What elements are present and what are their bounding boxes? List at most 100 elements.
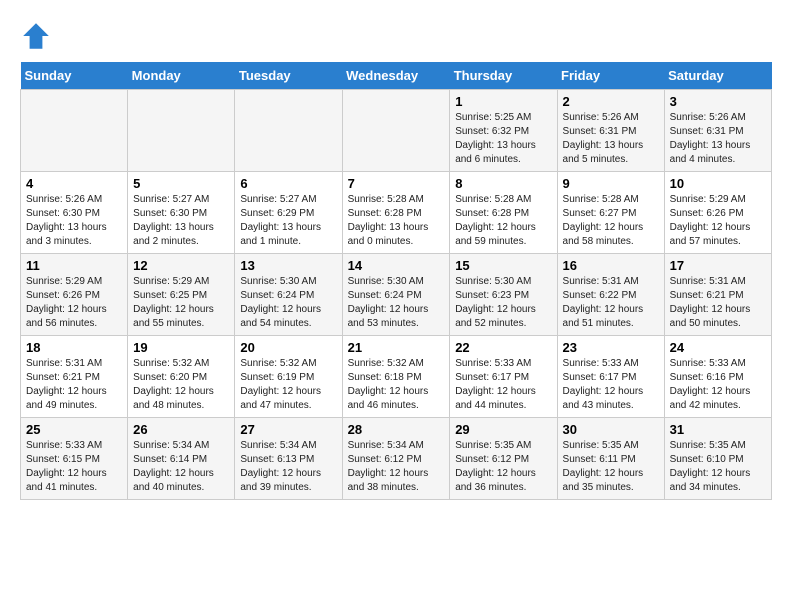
- day-info: Sunrise: 5:35 AM Sunset: 6:12 PM Dayligh…: [455, 439, 551, 495]
- column-header-saturday: Saturday: [664, 62, 771, 90]
- day-number: 30: [563, 422, 659, 437]
- calendar-cell: 16Sunrise: 5:31 AM Sunset: 6:22 PM Dayli…: [557, 254, 664, 336]
- day-info: Sunrise: 5:26 AM Sunset: 6:31 PM Dayligh…: [563, 111, 659, 167]
- week-row-5: 25Sunrise: 5:33 AM Sunset: 6:15 PM Dayli…: [21, 418, 772, 500]
- day-number: 11: [26, 258, 122, 273]
- calendar-cell: 5 Sunrise: 5:27 AM Sunset: 6:30 PM Daylig…: [128, 172, 235, 254]
- calendar-cell: [235, 90, 342, 172]
- column-header-friday: Friday: [557, 62, 664, 90]
- day-info: Sunrise: 5:34 AM Sunset: 6:12 PM Dayligh…: [348, 439, 445, 495]
- calendar-cell: 4 Sunrise: 5:26 AM Sunset: 6:30 PM Daylig…: [21, 172, 128, 254]
- day-info: Sunrise: 5:35 AM Sunset: 6:11 PM Dayligh…: [563, 439, 659, 495]
- day-number: 23: [563, 340, 659, 355]
- day-info: Sunrise: 5:26 AM Sunset: 6:30 PM Dayligh…: [26, 193, 122, 249]
- week-row-2: 4 Sunrise: 5:26 AM Sunset: 6:30 PM Daylig…: [21, 172, 772, 254]
- day-number: 6: [240, 176, 336, 191]
- day-info: Sunrise: 5:31 AM Sunset: 6:21 PM Dayligh…: [670, 275, 766, 331]
- day-info: Sunrise: 5:33 AM Sunset: 6:16 PM Dayligh…: [670, 357, 766, 413]
- page-header: [20, 20, 772, 52]
- calendar-cell: [128, 90, 235, 172]
- day-info: Sunrise: 5:30 AM Sunset: 6:24 PM Dayligh…: [240, 275, 336, 331]
- day-number: 2: [563, 94, 659, 109]
- column-header-sunday: Sunday: [21, 62, 128, 90]
- calendar-cell: 8Sunrise: 5:28 AM Sunset: 6:28 PM Daylig…: [450, 172, 557, 254]
- day-number: 27: [240, 422, 336, 437]
- calendar-cell: 2 Sunrise: 5:26 AM Sunset: 6:31 PM Daylig…: [557, 90, 664, 172]
- day-number: 5: [133, 176, 229, 191]
- day-info: Sunrise: 5:27 AM Sunset: 6:30 PM Dayligh…: [133, 193, 229, 249]
- day-number: 4: [26, 176, 122, 191]
- calendar-cell: 19 Sunrise: 5:32 AM Sunset: 6:20 PM Dayli…: [128, 336, 235, 418]
- day-info: Sunrise: 5:30 AM Sunset: 6:23 PM Dayligh…: [455, 275, 551, 331]
- calendar-cell: 23 Sunrise: 5:33 AM Sunset: 6:17 PM Dayli…: [557, 336, 664, 418]
- day-number: 28: [348, 422, 445, 437]
- day-info: Sunrise: 5:28 AM Sunset: 6:28 PM Dayligh…: [348, 193, 445, 249]
- day-number: 22: [455, 340, 551, 355]
- calendar-cell: 24 Sunrise: 5:33 AM Sunset: 6:16 PM Dayli…: [664, 336, 771, 418]
- day-number: 16: [563, 258, 659, 273]
- calendar-cell: 27 Sunrise: 5:34 AM Sunset: 6:13 PM Dayli…: [235, 418, 342, 500]
- column-header-thursday: Thursday: [450, 62, 557, 90]
- calendar-cell: 15 Sunrise: 5:30 AM Sunset: 6:23 PM Dayli…: [450, 254, 557, 336]
- day-info: Sunrise: 5:26 AM Sunset: 6:31 PM Dayligh…: [670, 111, 766, 167]
- calendar-cell: 22 Sunrise: 5:33 AM Sunset: 6:17 PM Dayli…: [450, 336, 557, 418]
- logo: [20, 20, 56, 52]
- day-number: 8: [455, 176, 551, 191]
- day-info: Sunrise: 5:33 AM Sunset: 6:17 PM Dayligh…: [455, 357, 551, 413]
- day-info: Sunrise: 5:32 AM Sunset: 6:20 PM Dayligh…: [133, 357, 229, 413]
- calendar-cell: 31 Sunrise: 5:35 AM Sunset: 6:10 PM Dayli…: [664, 418, 771, 500]
- calendar-cell: 30 Sunrise: 5:35 AM Sunset: 6:11 PM Dayli…: [557, 418, 664, 500]
- calendar-cell: 14 Sunrise: 5:30 AM Sunset: 6:24 PM Dayli…: [342, 254, 450, 336]
- day-number: 9: [563, 176, 659, 191]
- day-number: 26: [133, 422, 229, 437]
- day-info: Sunrise: 5:34 AM Sunset: 6:13 PM Dayligh…: [240, 439, 336, 495]
- day-number: 18: [26, 340, 122, 355]
- day-number: 3: [670, 94, 766, 109]
- day-info: Sunrise: 5:27 AM Sunset: 6:29 PM Dayligh…: [240, 193, 336, 249]
- day-info: Sunrise: 5:25 AM Sunset: 6:32 PM Dayligh…: [455, 111, 551, 167]
- header-row: SundayMondayTuesdayWednesdayThursdayFrid…: [21, 62, 772, 90]
- day-number: 13: [240, 258, 336, 273]
- column-header-monday: Monday: [128, 62, 235, 90]
- day-info: Sunrise: 5:32 AM Sunset: 6:19 PM Dayligh…: [240, 357, 336, 413]
- calendar-cell: 1Sunrise: 5:25 AM Sunset: 6:32 PM Daylig…: [450, 90, 557, 172]
- day-number: 31: [670, 422, 766, 437]
- day-number: 10: [670, 176, 766, 191]
- calendar-table: SundayMondayTuesdayWednesdayThursdayFrid…: [20, 62, 772, 500]
- day-number: 7: [348, 176, 445, 191]
- week-row-3: 11Sunrise: 5:29 AM Sunset: 6:26 PM Dayli…: [21, 254, 772, 336]
- day-number: 24: [670, 340, 766, 355]
- day-number: 14: [348, 258, 445, 273]
- day-number: 17: [670, 258, 766, 273]
- day-info: Sunrise: 5:32 AM Sunset: 6:18 PM Dayligh…: [348, 357, 445, 413]
- day-info: Sunrise: 5:34 AM Sunset: 6:14 PM Dayligh…: [133, 439, 229, 495]
- day-number: 25: [26, 422, 122, 437]
- calendar-cell: 6 Sunrise: 5:27 AM Sunset: 6:29 PM Daylig…: [235, 172, 342, 254]
- calendar-cell: 29 Sunrise: 5:35 AM Sunset: 6:12 PM Dayli…: [450, 418, 557, 500]
- day-number: 29: [455, 422, 551, 437]
- calendar-cell: 13 Sunrise: 5:30 AM Sunset: 6:24 PM Dayli…: [235, 254, 342, 336]
- calendar-cell: 17 Sunrise: 5:31 AM Sunset: 6:21 PM Dayli…: [664, 254, 771, 336]
- calendar-cell: 10Sunrise: 5:29 AM Sunset: 6:26 PM Dayli…: [664, 172, 771, 254]
- day-number: 21: [348, 340, 445, 355]
- day-number: 20: [240, 340, 336, 355]
- column-header-wednesday: Wednesday: [342, 62, 450, 90]
- day-number: 15: [455, 258, 551, 273]
- calendar-cell: 7 Sunrise: 5:28 AM Sunset: 6:28 PM Daylig…: [342, 172, 450, 254]
- day-info: Sunrise: 5:31 AM Sunset: 6:21 PM Dayligh…: [26, 357, 122, 413]
- calendar-cell: 25Sunrise: 5:33 AM Sunset: 6:15 PM Dayli…: [21, 418, 128, 500]
- day-info: Sunrise: 5:30 AM Sunset: 6:24 PM Dayligh…: [348, 275, 445, 331]
- calendar-cell: 18 Sunrise: 5:31 AM Sunset: 6:21 PM Dayli…: [21, 336, 128, 418]
- column-header-tuesday: Tuesday: [235, 62, 342, 90]
- day-info: Sunrise: 5:33 AM Sunset: 6:17 PM Dayligh…: [563, 357, 659, 413]
- calendar-cell: 11Sunrise: 5:29 AM Sunset: 6:26 PM Dayli…: [21, 254, 128, 336]
- day-info: Sunrise: 5:28 AM Sunset: 6:27 PM Dayligh…: [563, 193, 659, 249]
- calendar-cell: 26 Sunrise: 5:34 AM Sunset: 6:14 PM Dayli…: [128, 418, 235, 500]
- calendar-cell: 20 Sunrise: 5:32 AM Sunset: 6:19 PM Dayli…: [235, 336, 342, 418]
- calendar-cell: 9 Sunrise: 5:28 AM Sunset: 6:27 PM Daylig…: [557, 172, 664, 254]
- calendar-cell: [21, 90, 128, 172]
- week-row-4: 18 Sunrise: 5:31 AM Sunset: 6:21 PM Dayli…: [21, 336, 772, 418]
- calendar-cell: 21 Sunrise: 5:32 AM Sunset: 6:18 PM Dayli…: [342, 336, 450, 418]
- day-info: Sunrise: 5:35 AM Sunset: 6:10 PM Dayligh…: [670, 439, 766, 495]
- day-number: 19: [133, 340, 229, 355]
